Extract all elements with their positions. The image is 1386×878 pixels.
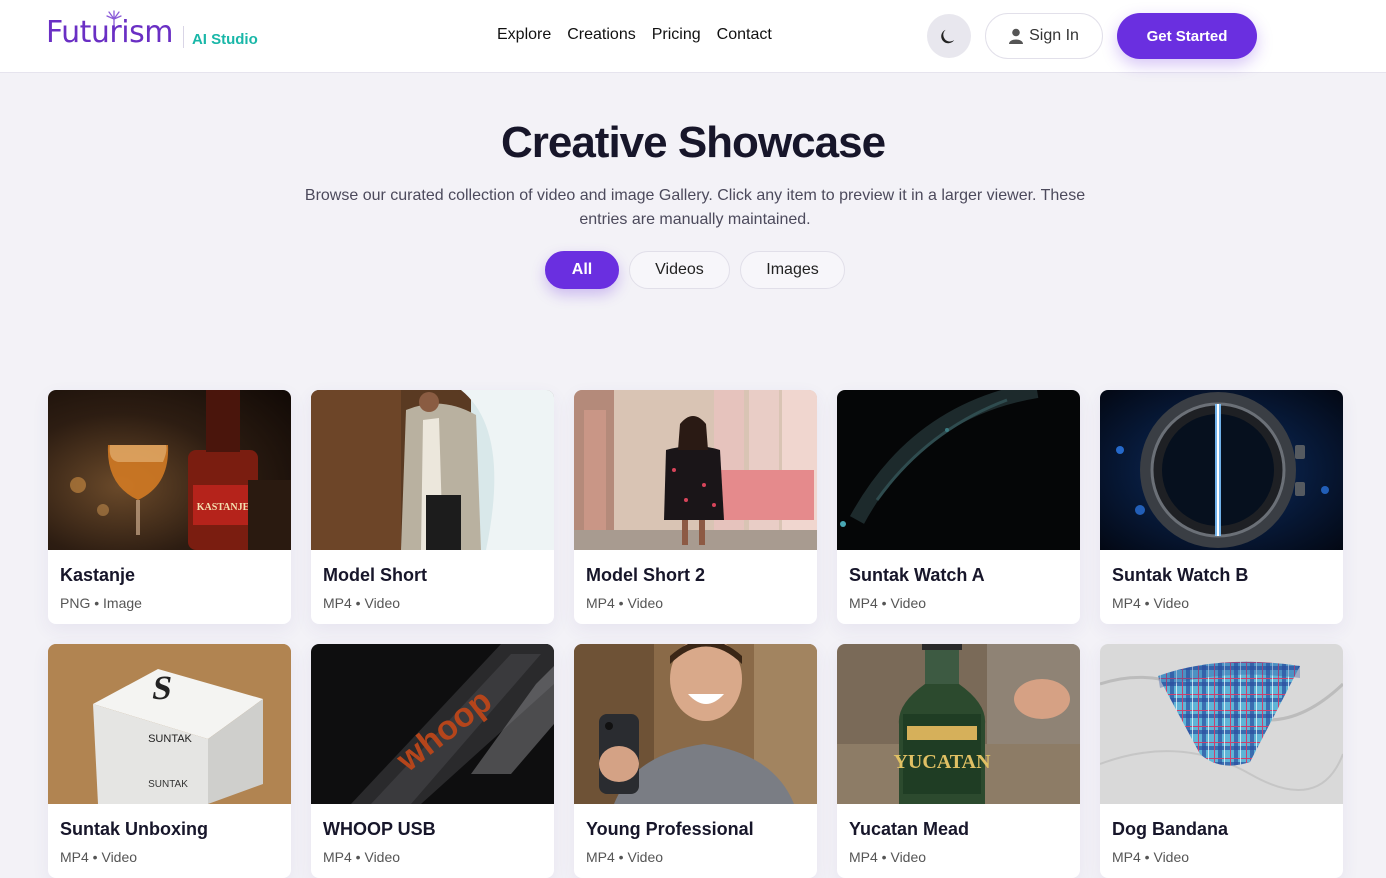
gallery-card[interactable]: YUCATAN Yucatan Mead MP4 • Video <box>837 644 1080 878</box>
sign-in-label: Sign In <box>1029 27 1079 44</box>
card-meta: MP4 • Video <box>60 849 138 865</box>
top-navbar: Futurism AI Studio Explore Creations Pri… <box>0 0 1386 73</box>
card-title: Kastanje <box>60 565 136 585</box>
svg-text:SUNTAK: SUNTAK <box>148 779 188 790</box>
get-started-button[interactable]: Get Started <box>1117 13 1257 59</box>
card-meta: PNG • Image <box>60 595 142 611</box>
thumbnail-whoop-usb: whoop <box>311 644 554 804</box>
nav-contact[interactable]: Contact <box>717 26 772 44</box>
card-meta: MP4 • Video <box>849 595 927 611</box>
card-title: Suntak Watch B <box>1112 565 1249 585</box>
gallery-card[interactable]: Dog Bandana MP4 • Video <box>1100 644 1343 878</box>
main-nav: Explore Creations Pricing Contact <box>497 26 772 44</box>
brand-subtitle: AI Studio <box>191 31 258 48</box>
card-title: WHOOP USB <box>323 819 436 839</box>
filter-images[interactable]: Images <box>740 251 845 289</box>
card-title: Yucatan Mead <box>849 819 970 839</box>
page-subtitle: Browse our curated collection of video a… <box>304 187 1086 228</box>
filter-videos[interactable]: Videos <box>629 251 730 289</box>
card-meta: MP4 • Video <box>849 849 927 865</box>
nav-pricing[interactable]: Pricing <box>652 26 701 44</box>
filter-tabs: All Videos Images <box>545 251 845 289</box>
card-meta: MP4 • Video <box>323 595 401 611</box>
filter-all[interactable]: All <box>545 251 619 289</box>
thumbnail-model-short-2 <box>574 390 817 550</box>
thumbnail-kastanje: KASTANJE <box>48 390 291 550</box>
logo-divider <box>182 26 184 48</box>
card-title: Dog Bandana <box>1112 819 1229 839</box>
gallery-grid: KASTANJE Kastanje PNG • Image Model Shor… <box>48 390 1343 878</box>
sign-in-button[interactable]: Sign In <box>985 13 1103 59</box>
card-meta: MP4 • Video <box>323 849 401 865</box>
kastanje-label-text: KASTANJE <box>197 502 250 513</box>
gallery-card[interactable]: Suntak Watch A MP4 • Video <box>837 390 1080 624</box>
card-title: Model Short 2 <box>586 565 706 585</box>
thumbnail-yucatan-mead: YUCATAN <box>837 644 1080 804</box>
gallery-card[interactable]: Young Professional MP4 • Video <box>574 644 817 878</box>
nav-explore[interactable]: Explore <box>497 26 551 44</box>
gallery-card[interactable]: whoop WHOOP USB MP4 • Video <box>311 644 554 878</box>
theme-toggle-button[interactable] <box>927 14 971 58</box>
thumbnail-suntak-unboxing: S SUNTAK SUNTAK <box>48 644 291 804</box>
card-meta: MP4 • Video <box>586 849 664 865</box>
card-meta: MP4 • Video <box>1112 849 1190 865</box>
gallery-card[interactable]: KASTANJE Kastanje PNG • Image <box>48 390 291 624</box>
gallery-card[interactable]: Model Short MP4 • Video <box>311 390 554 624</box>
brand-name: Futurism <box>46 15 173 50</box>
gallery-card[interactable]: Suntak Watch B MP4 • Video <box>1100 390 1343 624</box>
gallery-card[interactable]: S SUNTAK SUNTAK Suntak Unboxing MP4 • Vi… <box>48 644 291 878</box>
gallery-card[interactable]: Model Short 2 MP4 • Video <box>574 390 817 624</box>
card-meta: MP4 • Video <box>1112 595 1190 611</box>
user-icon <box>1009 28 1024 44</box>
thumbnail-dog-bandana <box>1100 644 1343 804</box>
yucatan-label-text: YUCATAN <box>893 751 991 773</box>
card-title: Young Professional <box>586 819 754 839</box>
brand-logo[interactable]: Futurism AI Studio <box>46 10 258 56</box>
thumbnail-suntak-watch-a <box>837 390 1080 550</box>
thumbnail-suntak-watch-b <box>1100 390 1343 550</box>
card-meta: MP4 • Video <box>586 595 664 611</box>
thumbnail-model-short <box>311 390 554 550</box>
thumbnail-young-professional <box>574 644 817 804</box>
moon-icon <box>941 29 955 44</box>
card-title: Model Short <box>323 565 427 585</box>
card-title: Suntak Unboxing <box>60 819 208 839</box>
page-title: Creative Showcase <box>500 118 886 167</box>
card-title: Suntak Watch A <box>849 565 985 585</box>
nav-creations[interactable]: Creations <box>567 26 635 44</box>
suntak-label-text: SUNTAK <box>148 733 192 745</box>
